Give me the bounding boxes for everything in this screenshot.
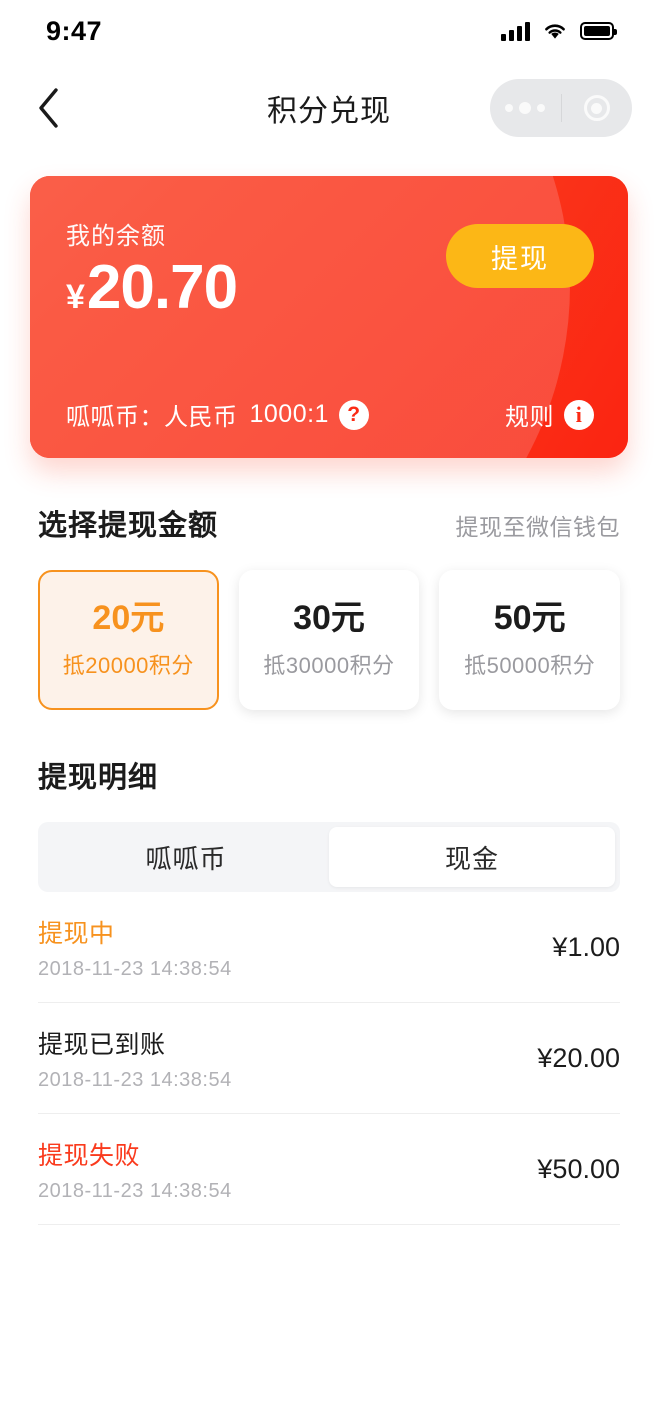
target-circle-icon	[583, 95, 610, 121]
transaction-date: 2018-11-23 14:38:54	[38, 1179, 232, 1202]
wifi-icon	[545, 24, 565, 39]
amount-option-20[interactable]: 20元 抵20000积分	[38, 570, 219, 710]
amount-number: 50	[493, 599, 532, 638]
transaction-date: 2018-11-23 14:38:54	[38, 1068, 232, 1091]
tab-coins[interactable]: 呱呱币	[43, 827, 329, 887]
signal-bars-icon	[501, 21, 530, 41]
tab-cash[interactable]: 现金	[329, 827, 615, 887]
balance-card-wrap: 我的余额 ¥ 20.70 提现 呱呱币：人民币 1000:1 ? 规则 i	[0, 154, 658, 458]
detail-tabs: 呱呱币 现金	[38, 822, 620, 892]
more-dots-icon	[505, 102, 546, 114]
miniprogram-capsule[interactable]	[490, 79, 632, 137]
exchange-rate-value: 1000:1	[249, 400, 329, 428]
currency-symbol: ¥	[66, 278, 85, 316]
amount-section-header: 选择提现金额 提现至微信钱包	[0, 502, 658, 544]
status-icons	[501, 21, 617, 41]
transaction-info: 提现已到账 2018-11-23 14:38:54	[38, 1025, 232, 1092]
transaction-info: 提现中 2018-11-23 14:38:54	[38, 914, 232, 981]
transaction-amount: ¥1.00	[552, 931, 620, 962]
amount-option-points: 抵50000积分	[464, 652, 596, 678]
transaction-list: 提现中 2018-11-23 14:38:54 ¥1.00 提现已到账 2018…	[0, 892, 658, 1225]
nav-bar: 积分兑现	[0, 62, 658, 154]
amount-unit: 元	[130, 599, 165, 638]
detail-section-title: 提现明细	[38, 762, 159, 794]
balance-card-footer: 呱呱币：人民币 1000:1 ? 规则 i	[66, 397, 594, 432]
amount-option-value: 20元	[92, 600, 164, 637]
chevron-left-icon	[39, 88, 58, 128]
status-time: 9:47	[46, 15, 103, 46]
withdraw-button[interactable]: 提现	[446, 224, 594, 288]
amount-option-value: 30元	[293, 600, 365, 637]
question-mark-icon[interactable]: ?	[338, 399, 369, 430]
table-row[interactable]: 提现已到账 2018-11-23 14:38:54 ¥20.00	[38, 1003, 620, 1114]
detail-section-header: 提现明细	[0, 754, 658, 796]
amount-option-value: 50元	[494, 600, 566, 637]
status-bar: 9:47	[0, 0, 658, 62]
balance-card-content: 我的余额 ¥ 20.70 提现 呱呱币：人民币 1000:1 ? 规则 i	[30, 176, 628, 458]
amount-option-points: 抵20000积分	[62, 652, 194, 678]
transaction-info: 提现失败 2018-11-23 14:38:54	[38, 1136, 232, 1203]
capsule-close-button[interactable]	[562, 79, 633, 137]
rules-link[interactable]: 规则 i	[505, 397, 594, 432]
status-badge: 提现已到账	[38, 1030, 166, 1059]
back-button[interactable]	[26, 85, 72, 131]
amount-option-30[interactable]: 30元 抵30000积分	[238, 570, 420, 710]
balance-card: 我的余额 ¥ 20.70 提现 呱呱币：人民币 1000:1 ? 规则 i	[30, 176, 628, 458]
transaction-date: 2018-11-23 14:38:54	[38, 957, 232, 980]
amount-option-points: 抵30000积分	[263, 652, 395, 678]
info-icon: i	[564, 399, 594, 430]
amount-unit: 元	[330, 599, 365, 638]
rules-label: 规则	[505, 404, 554, 431]
battery-full-icon	[580, 22, 617, 40]
amount-options: 20元 抵20000积分 30元 抵30000积分 50元 抵50000积分	[0, 544, 658, 710]
exchange-rate: 呱呱币：人民币 1000:1 ?	[66, 397, 369, 432]
status-badge: 提现失败	[38, 1141, 141, 1170]
status-badge: 提现中	[38, 919, 115, 948]
balance-value: 20.70	[86, 253, 238, 322]
table-row[interactable]: 提现失败 2018-11-23 14:38:54 ¥50.00	[38, 1114, 620, 1225]
amount-option-50[interactable]: 50元 抵50000积分	[439, 570, 621, 710]
exchange-rate-label: 呱呱币：人民币	[66, 404, 238, 431]
table-row[interactable]: 提现中 2018-11-23 14:38:54 ¥1.00	[38, 892, 620, 1003]
capsule-menu-button[interactable]	[490, 79, 561, 137]
transaction-amount: ¥50.00	[537, 1153, 620, 1184]
amount-number: 30	[293, 599, 331, 638]
amount-number: 20	[92, 599, 131, 638]
transaction-amount: ¥20.00	[537, 1042, 620, 1073]
amount-unit: 元	[531, 599, 566, 638]
amount-section-title: 选择提现金额	[38, 510, 219, 542]
withdraw-destination-note: 提现至微信钱包	[455, 514, 620, 540]
